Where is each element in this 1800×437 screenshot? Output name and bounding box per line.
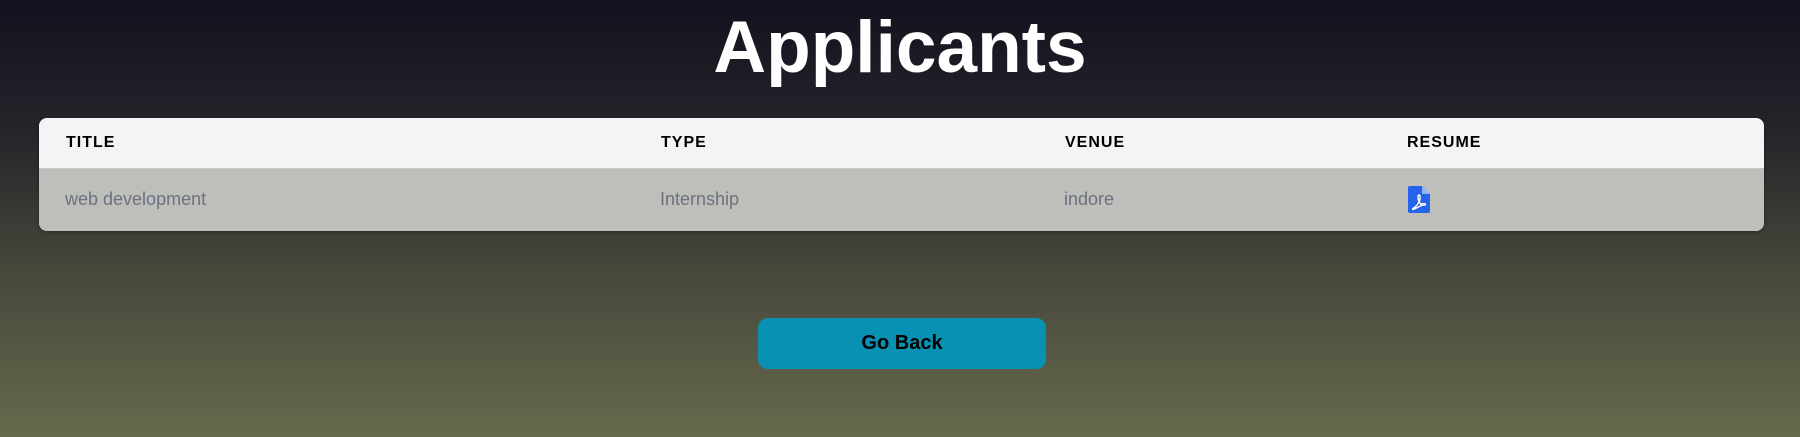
cell-type: Internship (660, 189, 740, 210)
pdf-file-icon[interactable] (1408, 185, 1430, 213)
applicants-table-grid: TITLE TYPE VENUE RESUME web development … (39, 118, 1764, 231)
applicants-table: TITLE TYPE VENUE RESUME web development … (39, 118, 1764, 231)
cell-venue: indore (1064, 189, 1115, 210)
cell-title: web development (65, 189, 207, 210)
column-header-title: TITLE (39, 118, 634, 169)
resume-pdf-link[interactable] (1408, 185, 1432, 214)
column-header-venue: VENUE (1038, 118, 1380, 169)
table-body: web development Internship indore (39, 168, 1764, 231)
column-header-type: TYPE (634, 118, 1038, 169)
table-header-row: TITLE TYPE VENUE RESUME (39, 118, 1764, 169)
cell-resume (1380, 168, 1764, 231)
column-header-resume: RESUME (1380, 118, 1764, 169)
table-header: TITLE TYPE VENUE RESUME (39, 118, 1764, 169)
go-back-button[interactable]: Go Back (758, 318, 1046, 369)
table-row: web development Internship indore (39, 168, 1764, 231)
page-title: Applicants (713, 7, 1087, 88)
